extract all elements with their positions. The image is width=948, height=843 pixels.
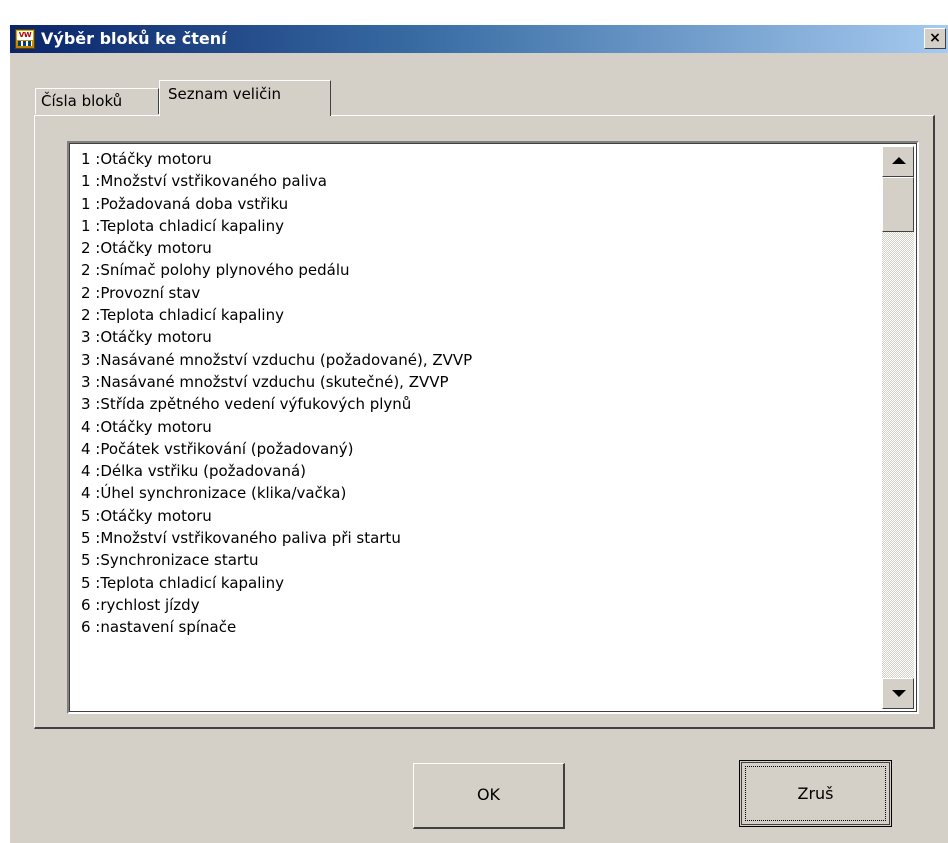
list-item[interactable]: 4 :Otáčky motoru — [81, 416, 877, 438]
arrow-up-icon — [892, 157, 906, 164]
list-item[interactable]: 2 :Otáčky motoru — [81, 237, 877, 259]
list-item[interactable]: 2 :Snímač polohy plynového pedálu — [81, 259, 877, 281]
list-item[interactable]: 6 :nastavení spínače — [81, 616, 877, 638]
arrow-down-icon — [892, 690, 906, 697]
window-title: Výběr bloků ke čtení — [41, 29, 227, 48]
close-icon: × — [929, 30, 941, 46]
list-item[interactable]: 3 :Nasávané množství vzduchu (požadované… — [81, 349, 877, 371]
screen-background-top — [0, 0, 948, 25]
app-icon-stripes — [18, 41, 32, 46]
close-button[interactable]: × — [924, 28, 946, 49]
ok-label: OK — [476, 785, 501, 804]
list-item[interactable]: 3 :Otáčky motoru — [81, 326, 877, 348]
tab-label: Seznam veličin — [168, 85, 282, 103]
list-item[interactable]: 5 :Teplota chladicí kapaliny — [81, 572, 877, 594]
list-item[interactable]: 4 :Počátek vstřikování (požadovaný) — [81, 438, 877, 460]
list-item[interactable]: 4 :Úhel synchronizace (klika/vačka) — [81, 482, 877, 504]
list-item[interactable]: 4 :Délka vstřiku (požadovaná) — [81, 460, 877, 482]
ok-button[interactable]: OK — [413, 763, 565, 829]
list-item[interactable]: 2 :Teplota chladicí kapaliny — [81, 304, 877, 326]
list-item[interactable]: 1 :Požadovaná doba vstřiku — [81, 193, 877, 215]
list-items: 1 :Otáčky motoru 1 :Množství vstřikovanéh… — [81, 148, 877, 712]
scroll-up-button[interactable] — [882, 146, 914, 177]
tab-quantity-list[interactable]: Seznam veličin — [159, 80, 331, 116]
list-item[interactable]: 2 :Provozní stav — [81, 282, 877, 304]
scroll-thumb[interactable] — [882, 177, 914, 232]
vertical-scrollbar[interactable] — [882, 146, 914, 709]
list-item[interactable]: 1 :Množství vstřikovaného paliva — [81, 170, 877, 192]
list-item[interactable]: 3 :Nasávané množství vzduchu (skutečné),… — [81, 371, 877, 393]
app-icon-text: VW — [17, 31, 33, 40]
list-item[interactable]: 1 :Otáčky motoru — [81, 148, 877, 170]
scroll-down-button[interactable] — [882, 678, 914, 709]
title-bar[interactable]: VW Výběr bloků ke čtení × — [10, 25, 948, 53]
vw-app-icon[interactable]: VW — [15, 29, 35, 49]
screen-background-left — [0, 25, 10, 843]
focus-rectangle: Zruš — [745, 766, 886, 821]
tab-label: Čísla bloků — [41, 92, 123, 110]
list-item[interactable]: 5 :Synchronizace startu — [81, 549, 877, 571]
cancel-label: Zruš — [797, 784, 834, 803]
list-item[interactable]: 3 :Střída zpětného vedení výfukových ply… — [81, 393, 877, 415]
quantity-listbox[interactable]: 1 :Otáčky motoru 1 :Množství vstřikovanéh… — [67, 141, 919, 714]
list-item[interactable]: 6 :rychlost jízdy — [81, 594, 877, 616]
tab-block-numbers[interactable]: Čísla bloků — [35, 88, 159, 114]
cancel-button[interactable]: Zruš — [739, 760, 892, 827]
list-item[interactable]: 5 :Množství vstřikovaného paliva při sta… — [81, 527, 877, 549]
list-item[interactable]: 5 :Otáčky motoru — [81, 505, 877, 527]
list-item[interactable]: 1 :Teplota chladicí kapaliny — [81, 215, 877, 237]
